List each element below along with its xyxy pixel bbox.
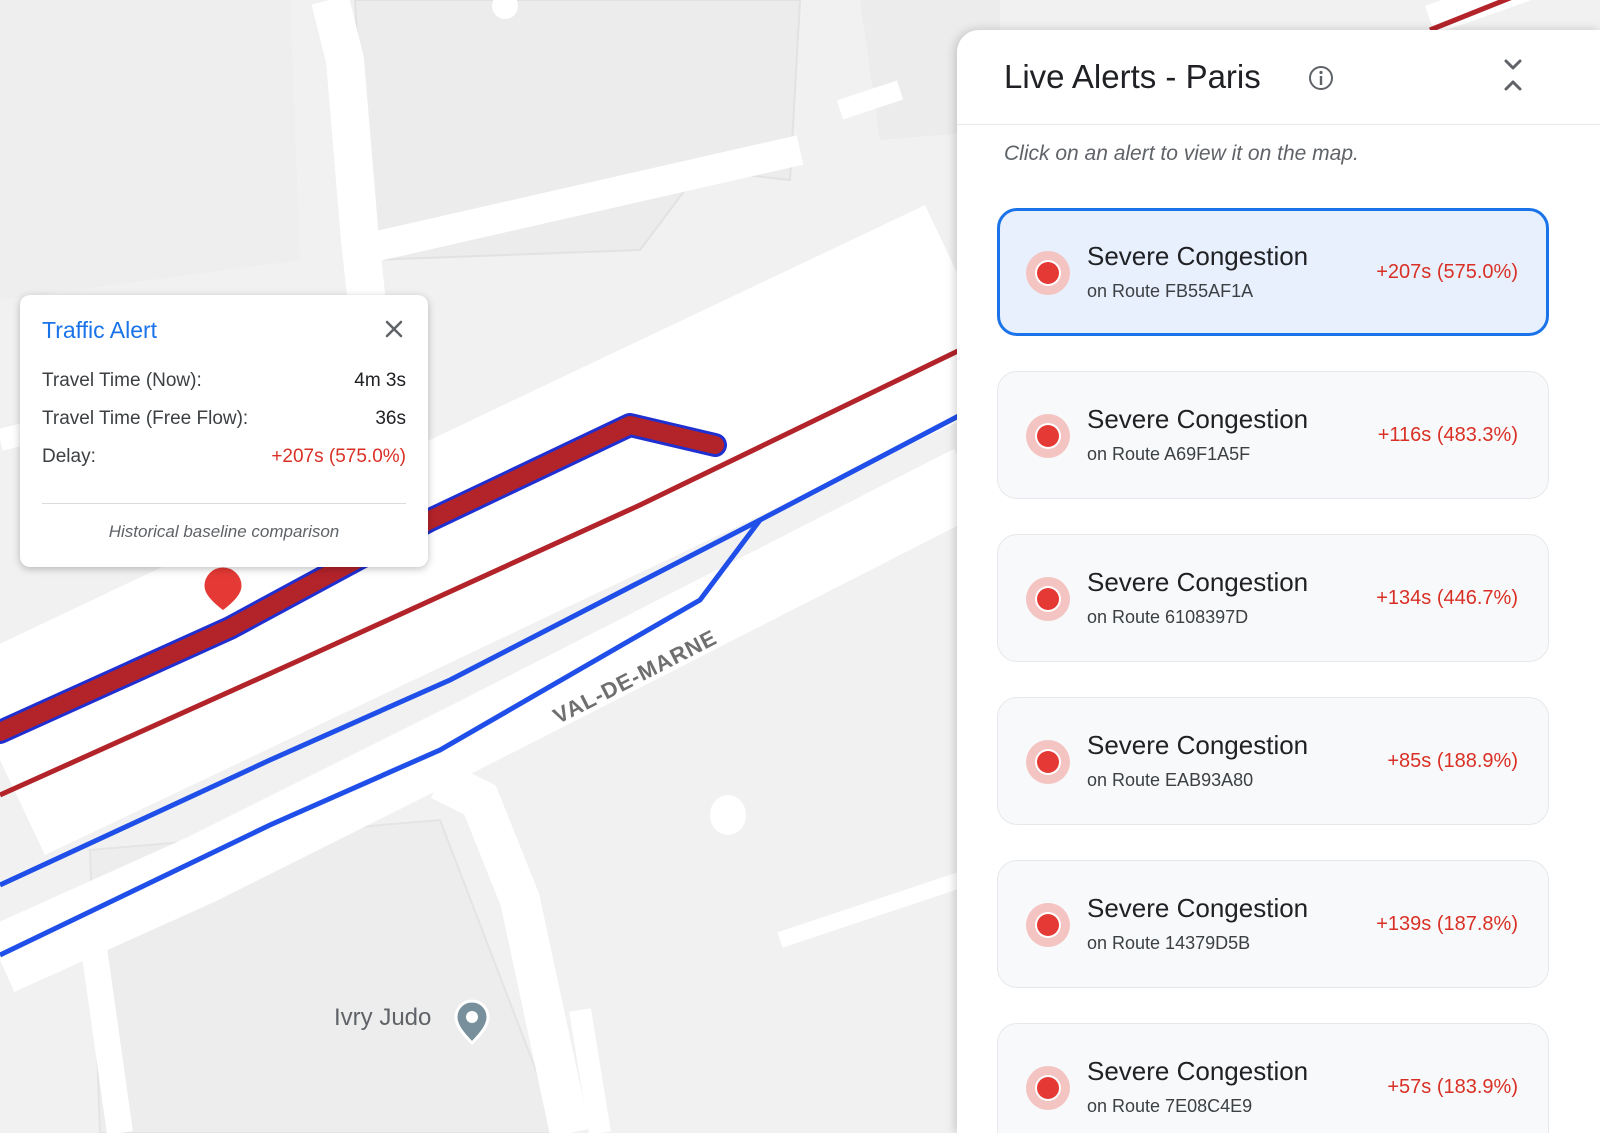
- alert-title: Severe Congestion: [1087, 893, 1309, 923]
- collapse-icon[interactable]: [1497, 57, 1529, 93]
- travel-time-free-flow-row: Travel Time (Free Flow): 36s: [42, 408, 406, 436]
- alert-card[interactable]: Severe Congestion on Route 14379D5B +139…: [997, 860, 1549, 988]
- delay-row: Delay: +207s (575.0%): [42, 446, 406, 474]
- alert-route: on Route 6108397D: [1087, 607, 1249, 627]
- alert-delay: +116s (483.3%): [1377, 424, 1518, 446]
- row-label: Travel Time (Now):: [42, 370, 202, 391]
- alert-dot-icon: [1026, 251, 1070, 295]
- traffic-alert-infowindow: Traffic Alert Travel Time (Now): 4m 3s T…: [20, 295, 428, 567]
- alert-dot-icon: [1026, 740, 1070, 784]
- alert-card[interactable]: Severe Congestion on Route A69F1A5F +116…: [997, 371, 1549, 499]
- panel-title: Live Alerts - Paris: [1004, 58, 1261, 95]
- alert-title: Severe Congestion: [1087, 404, 1309, 434]
- delay-value: +207s (575.0%): [271, 446, 406, 467]
- alert-title: Severe Congestion: [1087, 730, 1309, 760]
- row-label: Delay:: [42, 446, 96, 467]
- alert-marker-icon[interactable]: [200, 566, 246, 614]
- alert-delay: +207s (575.0%): [1376, 261, 1518, 283]
- baseline-note: Historical baseline comparison: [108, 522, 340, 541]
- alert-card[interactable]: Severe Congestion on Route 7E08C4E9 +57s…: [997, 1023, 1549, 1133]
- close-icon[interactable]: [380, 315, 408, 343]
- divider: [42, 503, 406, 504]
- alert-title: Severe Congestion: [1087, 567, 1309, 597]
- poi-pin-icon[interactable]: [452, 997, 492, 1045]
- row-value: 4m 3s: [354, 370, 406, 391]
- alert-card[interactable]: Severe Congestion on Route FB55AF1A +207…: [997, 208, 1549, 336]
- alert-dot-icon: [1026, 414, 1070, 458]
- alert-card[interactable]: Severe Congestion on Route EAB93A80 +85s…: [997, 697, 1549, 825]
- alert-delay: +85s (188.9%): [1387, 750, 1518, 772]
- row-value: 36s: [375, 408, 406, 429]
- row-label: Travel Time (Free Flow):: [42, 408, 249, 429]
- alert-delay: +134s (446.7%): [1376, 587, 1518, 609]
- alert-title: Severe Congestion: [1087, 1056, 1309, 1086]
- alert-route: on Route FB55AF1A: [1087, 281, 1254, 301]
- live-alerts-panel: Live Alerts - Paris Click on an alert to…: [957, 30, 1600, 1133]
- poi-label[interactable]: Ivry Judo: [334, 1004, 431, 1032]
- alert-dot-icon: [1026, 903, 1070, 947]
- alert-delay: +139s (187.8%): [1376, 913, 1518, 935]
- alert-route: on Route 14379D5B: [1087, 933, 1251, 953]
- alert-delay: +57s (183.9%): [1387, 1076, 1518, 1098]
- divider: [957, 124, 1600, 125]
- travel-time-now-row: Travel Time (Now): 4m 3s: [42, 370, 406, 398]
- alert-route: on Route EAB93A80: [1087, 770, 1254, 790]
- alert-dot-icon: [1026, 1066, 1070, 1110]
- alert-title: Severe Congestion: [1087, 241, 1309, 271]
- alert-card[interactable]: Severe Congestion on Route 6108397D +134…: [997, 534, 1549, 662]
- alert-route: on Route A69F1A5F: [1087, 444, 1251, 464]
- alert-dot-icon: [1026, 577, 1070, 621]
- info-icon[interactable]: [1307, 64, 1335, 92]
- infowindow-title: Traffic Alert: [42, 317, 158, 343]
- panel-hint: Click on an alert to view it on the map.: [1004, 142, 1359, 165]
- alert-route: on Route 7E08C4E9: [1087, 1096, 1253, 1116]
